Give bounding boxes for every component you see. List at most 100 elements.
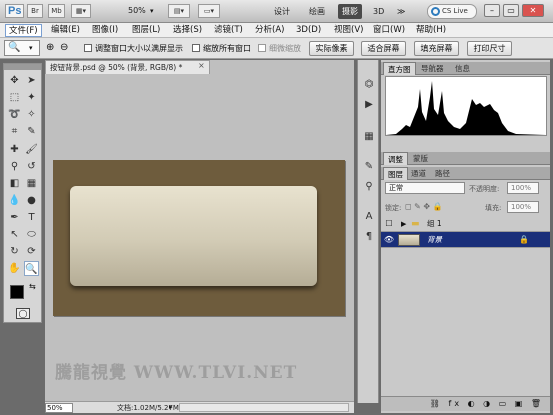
scrubby-zoom-label: 细微缩放 bbox=[269, 44, 301, 53]
pen-tool-icon[interactable]: ✒ bbox=[7, 210, 22, 225]
tab-masks[interactable]: 蒙版 bbox=[409, 152, 432, 165]
layer-row-background[interactable]: 👁 背景 🔒 bbox=[381, 232, 550, 248]
clone-stamp-icon[interactable]: ⚲ bbox=[7, 159, 22, 174]
minimize-button[interactable]: – bbox=[484, 4, 500, 17]
document-tab[interactable]: 按钮背景.psd @ 50% (背景, RGB/8) * bbox=[45, 60, 210, 74]
move-tool-icon[interactable]: ✥ bbox=[7, 73, 22, 88]
zoom-level-display[interactable]: 50% bbox=[128, 6, 146, 15]
view-extras-button[interactable]: ▦▾ bbox=[71, 4, 91, 18]
tab-paths[interactable]: 路径 bbox=[431, 167, 454, 180]
expand-arrow-icon[interactable]: ▶ bbox=[401, 216, 406, 232]
gradient-tool-icon[interactable]: ▦ bbox=[24, 176, 39, 191]
horizontal-scrollbar[interactable] bbox=[179, 403, 349, 412]
status-menu-arrow-icon[interactable]: ▸ bbox=[169, 403, 173, 411]
close-document-icon[interactable]: × bbox=[198, 61, 205, 70]
button-graphic bbox=[70, 186, 317, 286]
healing-brush-icon[interactable]: ✚ bbox=[7, 142, 22, 157]
more-workspaces-button[interactable]: ≫ bbox=[393, 4, 409, 19]
workspace-design[interactable]: 设计 bbox=[270, 4, 294, 19]
tab-channels[interactable]: 通道 bbox=[407, 167, 430, 180]
swap-colors-icon[interactable]: ⇆ bbox=[29, 282, 36, 291]
menu-analysis[interactable]: 分析(A) bbox=[252, 24, 287, 37]
close-button[interactable]: ✕ bbox=[522, 4, 544, 17]
zoom-tool-icon[interactable]: 🔍 bbox=[24, 261, 39, 276]
histogram-svg bbox=[386, 81, 546, 135]
history-brush-icon[interactable]: ↺ bbox=[24, 159, 39, 174]
lock-icons[interactable]: ◻ ✎ ✥ 🔒 bbox=[405, 202, 443, 211]
adjustments-panel-tabs: 调整 蒙版 bbox=[381, 152, 550, 165]
opacity-field[interactable]: 100% bbox=[507, 182, 539, 194]
type-tool-icon[interactable]: T bbox=[24, 210, 39, 225]
path-selection-icon[interactable]: ↖ bbox=[7, 227, 22, 242]
magic-wand-icon[interactable]: ✦ bbox=[24, 90, 39, 105]
hand-tool-icon[interactable]: ✋ bbox=[7, 261, 22, 276]
workspace-3d[interactable]: 3D bbox=[369, 4, 388, 19]
eye-icon[interactable]: 👁 bbox=[383, 232, 395, 248]
zoom-in-icon[interactable]: ⊕ bbox=[46, 42, 54, 53]
print-size-button[interactable]: 打印尺寸 bbox=[467, 41, 512, 56]
menu-help[interactable]: 帮助(H) bbox=[413, 24, 449, 37]
menu-window[interactable]: 窗口(W) bbox=[370, 24, 408, 37]
marquee-tool-icon[interactable]: ⬚ bbox=[7, 90, 22, 105]
blend-mode-select[interactable]: 正常 bbox=[385, 182, 465, 194]
bridge-button[interactable]: Br bbox=[27, 4, 43, 18]
menu-3d[interactable]: 3D(D) bbox=[293, 24, 324, 37]
brush-presets-icon[interactable]: ✎ bbox=[361, 160, 377, 174]
tab-layers[interactable]: 图层 bbox=[383, 167, 408, 180]
layers-bottom-toolbar[interactable]: ⛓ fx ◐ ◑ ▭ ▣ 🗑 bbox=[381, 396, 550, 411]
foreground-color-swatch[interactable] bbox=[10, 285, 24, 299]
fit-screen-button[interactable]: 适合屏幕 bbox=[361, 41, 406, 56]
swatches-icon[interactable]: ▦ bbox=[361, 130, 377, 144]
brush-tool-icon[interactable]: 🖌 bbox=[24, 142, 39, 157]
actual-pixels-button[interactable]: 实际像素 bbox=[309, 41, 354, 56]
crop-tool-icon[interactable]: ⌗ bbox=[7, 124, 22, 139]
tab-adjustments[interactable]: 调整 bbox=[383, 152, 408, 165]
tab-navigator[interactable]: 导航器 bbox=[417, 62, 448, 75]
history-icon[interactable]: ⏣ bbox=[361, 78, 377, 92]
workspace-painting[interactable]: 绘画 bbox=[305, 4, 329, 19]
menu-file[interactable]: 文件(F) bbox=[5, 24, 42, 37]
workspace-photography[interactable]: 摄影 bbox=[338, 4, 362, 19]
3d-rotate-icon[interactable]: ↻ bbox=[7, 244, 22, 259]
lock-icon: 🔒 bbox=[519, 235, 529, 244]
menu-layer[interactable]: 图层(L) bbox=[129, 24, 163, 37]
menu-image[interactable]: 图像(I) bbox=[89, 24, 121, 37]
lasso-tool-icon[interactable]: ➰ bbox=[7, 107, 22, 122]
tab-histogram[interactable]: 直方图 bbox=[383, 62, 416, 75]
zoom-all-checkbox[interactable] bbox=[192, 44, 200, 52]
actions-icon[interactable]: ▶ bbox=[361, 98, 377, 112]
layer-row-group1[interactable]: ☐ ▶ ▬ 组 1 bbox=[381, 216, 550, 232]
character-icon[interactable]: A bbox=[361, 210, 377, 224]
tools-panel-header[interactable] bbox=[4, 64, 41, 70]
zoom-field[interactable]: 50% bbox=[45, 403, 73, 413]
menu-filter[interactable]: 滤镜(T) bbox=[211, 24, 246, 37]
visibility-toggle-empty[interactable]: ☐ bbox=[383, 216, 395, 232]
zoom-out-icon[interactable]: ⊖ bbox=[60, 42, 68, 53]
eyedropper-icon[interactable]: ✎ bbox=[24, 124, 39, 139]
quick-select-icon[interactable]: ✧ bbox=[24, 107, 39, 122]
menu-view[interactable]: 视图(V) bbox=[331, 24, 366, 37]
minibridge-button[interactable]: Mb bbox=[48, 4, 65, 18]
blur-tool-icon[interactable]: 💧 bbox=[7, 193, 22, 208]
3d-orbit-icon[interactable]: ⟳ bbox=[24, 244, 39, 259]
screen-mode-button[interactable]: ▭▾ bbox=[198, 4, 220, 18]
move-arrow-icon[interactable]: ➤ bbox=[24, 73, 39, 88]
layers-panel-tabs: 图层 通道 路径 bbox=[381, 167, 550, 180]
scrubby-zoom-checkbox[interactable] bbox=[258, 44, 266, 52]
chevron-down-icon[interactable]: ▾ bbox=[150, 7, 154, 15]
clone-source-icon[interactable]: ⚲ bbox=[361, 180, 377, 194]
shape-tool-icon[interactable]: ⬭ bbox=[24, 227, 39, 242]
fill-screen-button[interactable]: 填充屏幕 bbox=[414, 41, 459, 56]
arrange-documents-button[interactable]: ▤▾ bbox=[168, 4, 190, 18]
eraser-tool-icon[interactable]: ◧ bbox=[7, 176, 22, 191]
paragraph-icon[interactable]: ¶ bbox=[361, 230, 377, 244]
restore-button[interactable]: ▭ bbox=[503, 4, 519, 17]
menu-edit[interactable]: 编辑(E) bbox=[48, 24, 83, 37]
fill-field[interactable]: 100% bbox=[507, 201, 539, 213]
dodge-tool-icon[interactable]: ● bbox=[24, 193, 39, 208]
quick-mask-icon[interactable]: ◯ bbox=[16, 308, 30, 319]
resize-windows-checkbox[interactable] bbox=[84, 44, 92, 52]
menu-select[interactable]: 选择(S) bbox=[170, 24, 205, 37]
tool-preset-picker[interactable]: 🔍 ▾ bbox=[4, 40, 40, 56]
tab-info[interactable]: 信息 bbox=[451, 62, 474, 75]
